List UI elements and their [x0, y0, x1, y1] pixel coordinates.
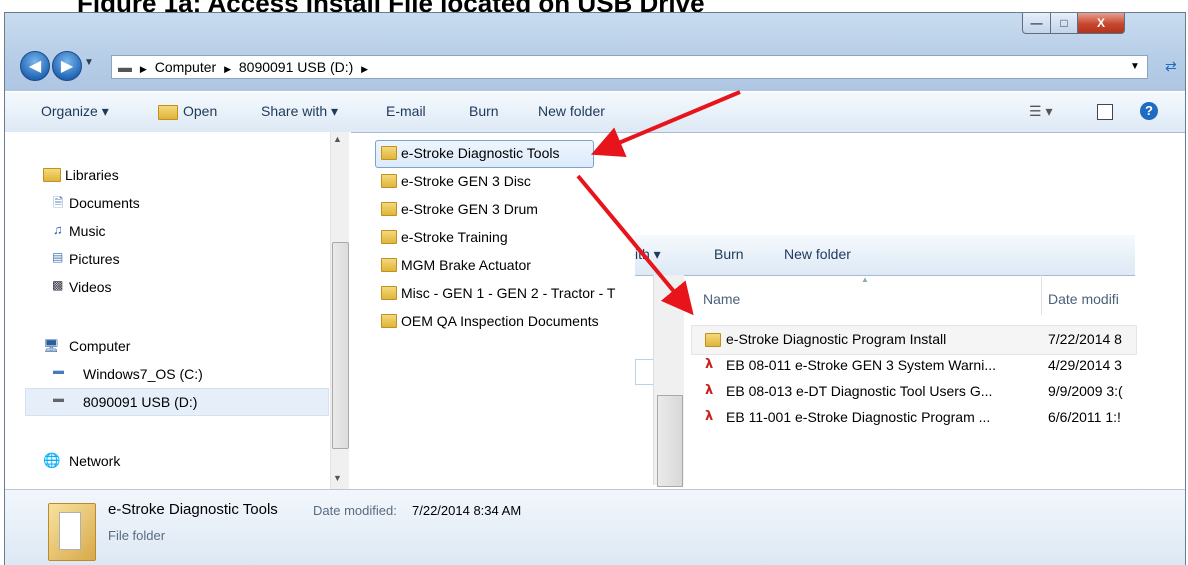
annotation-arrows [576, 90, 741, 316]
arrow-to-folder [590, 90, 741, 158]
arrow-to-install [576, 174, 694, 316]
